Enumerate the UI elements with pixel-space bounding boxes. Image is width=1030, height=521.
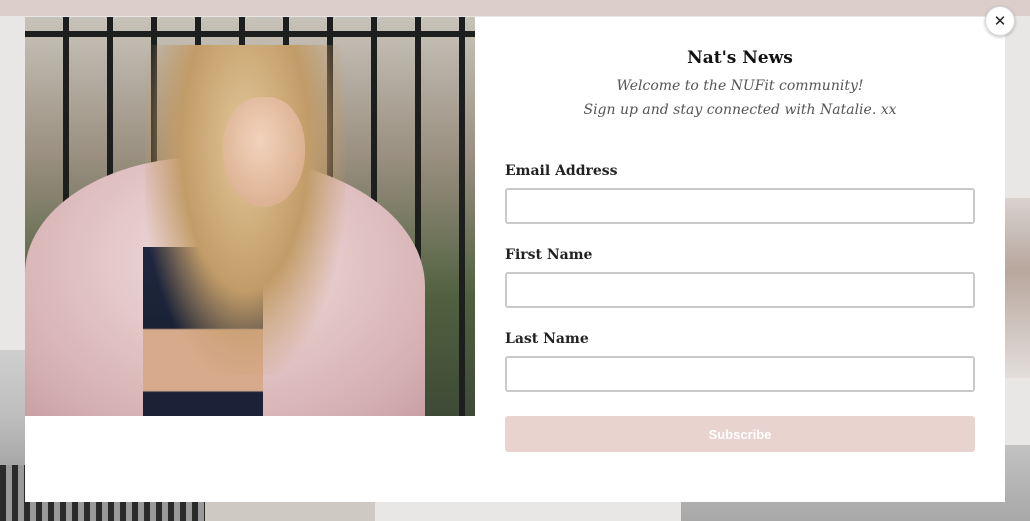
- modal-hero-photo: [25, 17, 475, 416]
- email-input[interactable]: [505, 188, 975, 224]
- subscribe-button[interactable]: Subscribe: [505, 416, 975, 452]
- background-top-bar: [0, 0, 1030, 16]
- last-name-label: Last Name: [505, 331, 589, 347]
- last-name-input[interactable]: [505, 356, 975, 392]
- background-right-image: [1005, 198, 1030, 378]
- modal-subtitle: Welcome to the NUFit community! Sign up …: [505, 74, 975, 122]
- first-name-label: First Name: [505, 247, 593, 263]
- subtitle-line-2: Sign up and stay connected with Natalie.…: [583, 102, 897, 118]
- background-bottom-floor-image: [205, 500, 375, 521]
- newsletter-modal: Nat's News Welcome to the NUFit communit…: [25, 17, 1005, 502]
- subtitle-line-1: Welcome to the NUFit community!: [616, 78, 864, 94]
- close-icon[interactable]: ✕: [985, 6, 1015, 36]
- signup-form: Nat's News Welcome to the NUFit communit…: [505, 17, 975, 502]
- modal-title: Nat's News: [687, 48, 793, 68]
- first-name-input[interactable]: [505, 272, 975, 308]
- email-label: Email Address: [505, 163, 618, 179]
